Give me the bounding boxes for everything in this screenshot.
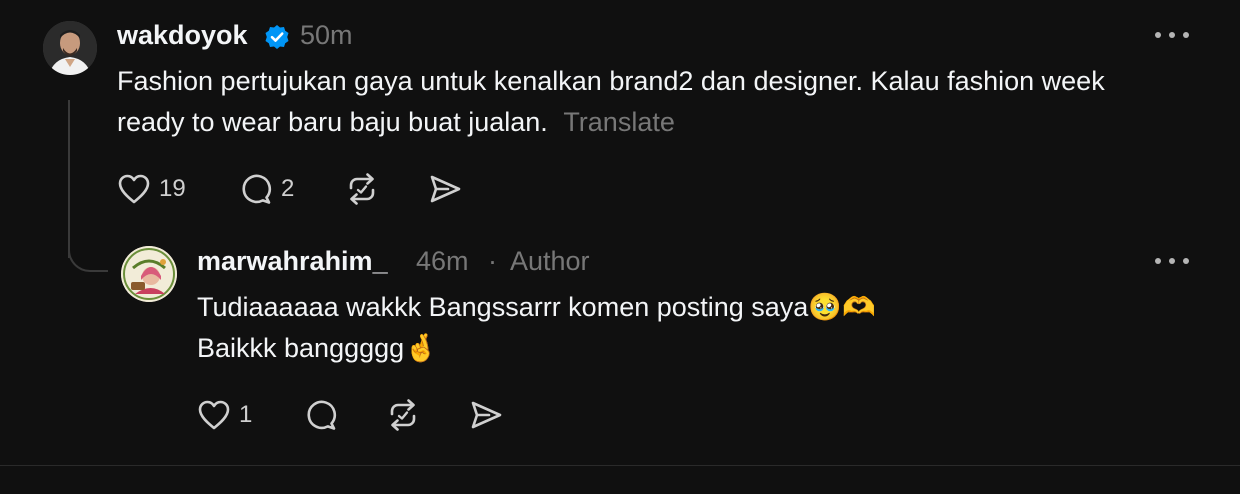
reply-body: Tudiaaaaaa wakkk Bangssarrr komen postin…: [197, 287, 1137, 369]
reply-repost-button[interactable]: [386, 399, 420, 431]
repost-icon: [390, 399, 416, 431]
post-timestamp: 50m: [300, 20, 353, 50]
reply-timestamp: 46m: [416, 246, 469, 276]
heart-icon: [198, 400, 230, 430]
post-reply-count: 2: [281, 175, 295, 202]
reply-like-count: 1: [239, 401, 253, 428]
reply-like-button[interactable]: 1: [197, 399, 252, 431]
share-icon: [471, 401, 502, 429]
post-username[interactable]: wakdoyok: [117, 20, 248, 51]
threads-conversation: wakdoyok 50m Fashion pertujukan gaya unt…: [0, 0, 1240, 494]
reply-text-line-2: Baikkk banggggg🤞: [197, 333, 438, 363]
reply-reply-button[interactable]: [304, 399, 338, 431]
repost-icon: [349, 173, 375, 205]
reply-more-icon[interactable]: [1155, 256, 1189, 266]
reply-share-button[interactable]: [469, 399, 503, 431]
heart-icon: [118, 174, 150, 204]
conversation-divider: [0, 465, 1240, 466]
comment-icon: [242, 174, 272, 204]
thread-line-curve: [68, 238, 108, 272]
reply-meta-separator: ·: [488, 246, 497, 276]
reply-text-line-1: Tudiaaaaaa wakkk Bangssarrr komen postin…: [197, 292, 876, 322]
post-repost-button[interactable]: [345, 173, 379, 205]
post-like-count: 19: [159, 175, 186, 202]
share-icon: [430, 175, 461, 203]
post-more-icon[interactable]: [1155, 30, 1189, 40]
avatar-wakdoyok[interactable]: [43, 21, 97, 75]
reply-username[interactable]: marwahrahim_: [197, 246, 388, 277]
post-share-button[interactable]: [428, 173, 462, 205]
verified-badge-icon: [264, 24, 290, 55]
post-reply-button[interactable]: 2: [239, 173, 294, 205]
translate-link[interactable]: Translate: [563, 107, 675, 137]
author-badge: Author: [510, 246, 590, 276]
post-body: Fashion pertujukan gaya untuk kenalkan b…: [117, 61, 1177, 143]
post-like-button[interactable]: 19: [117, 173, 186, 205]
avatar-marwahrahim[interactable]: [121, 246, 177, 302]
comment-icon: [307, 400, 337, 430]
thread-line: [68, 100, 70, 258]
